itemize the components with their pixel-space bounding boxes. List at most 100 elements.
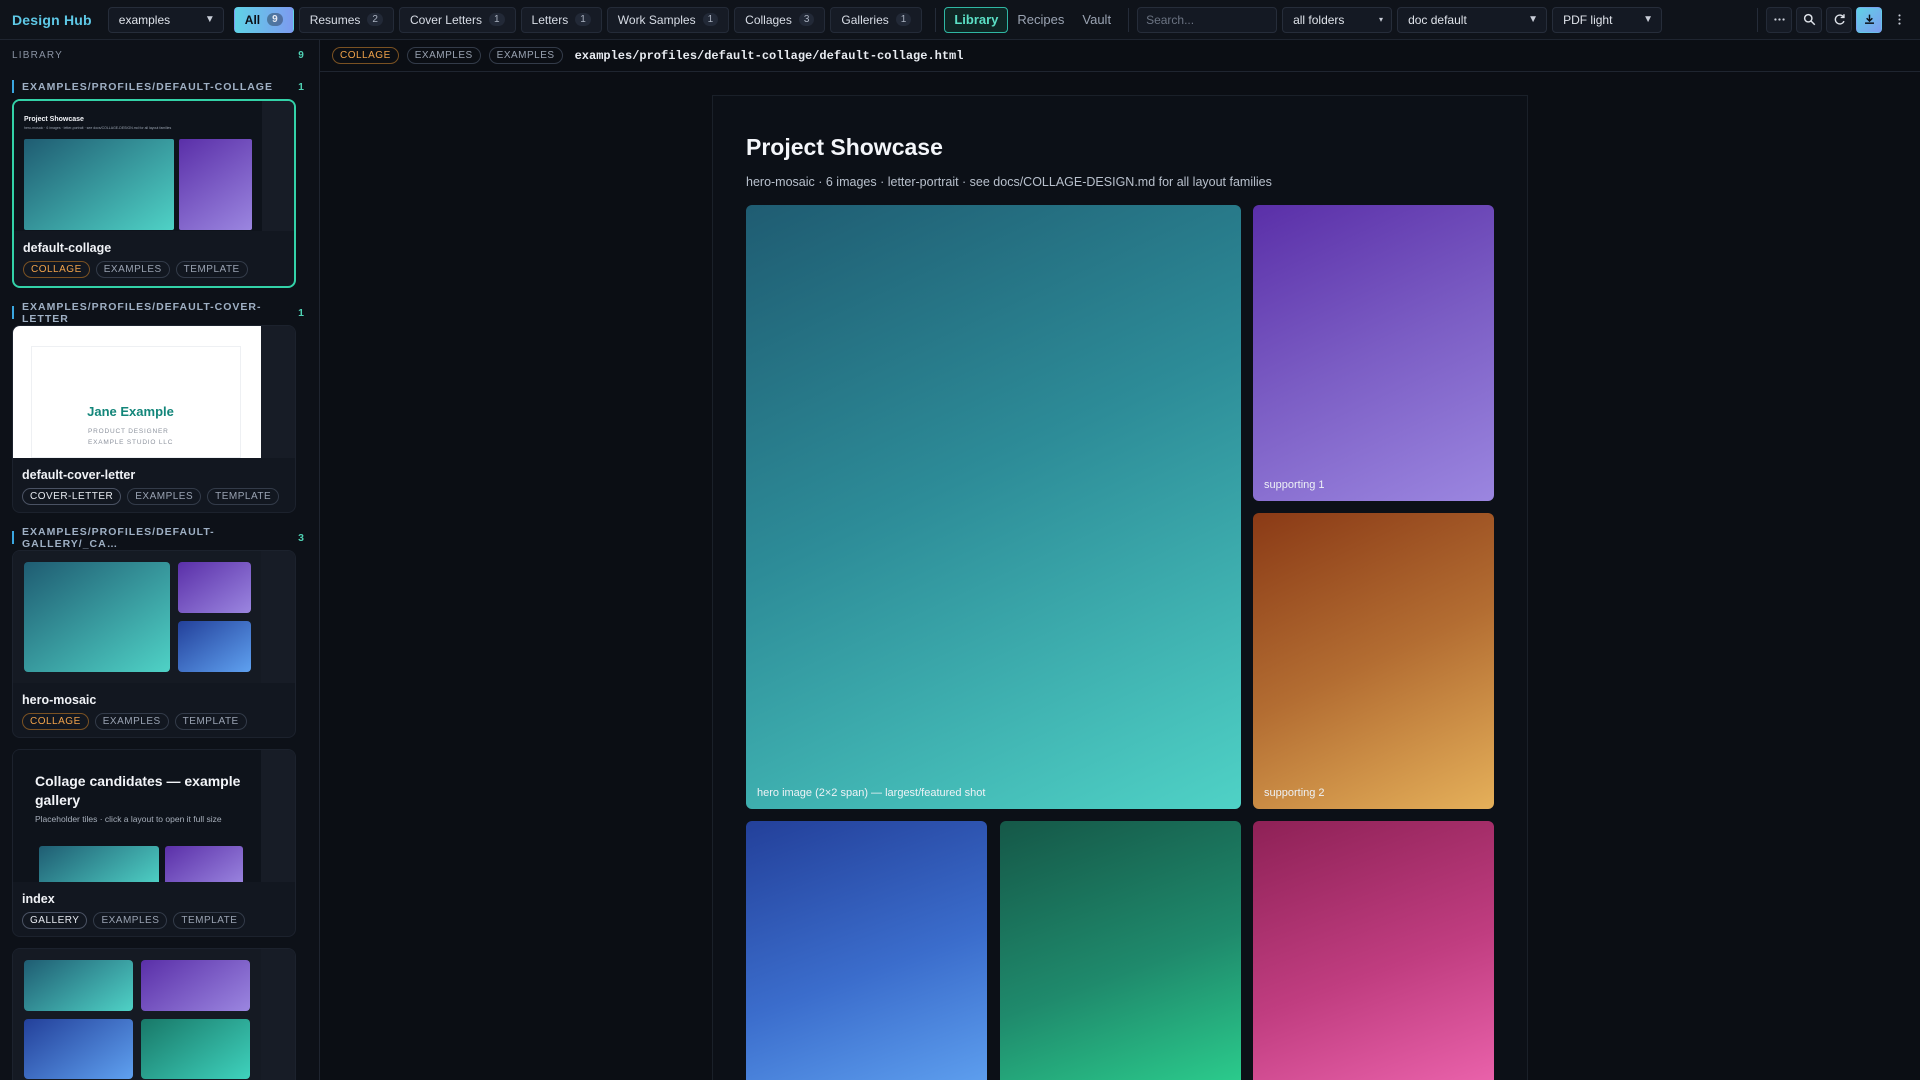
nav-library[interactable]: Library: [944, 6, 1009, 33]
group-path: EXAMPLES/PROFILES/DEFAULT-COLLAGE: [22, 80, 273, 93]
group-header-default-collage[interactable]: EXAMPLES/PROFILES/DEFAULT-COLLAGE 1: [12, 80, 305, 93]
library-title: LIBRARY: [12, 49, 64, 61]
library-sidebar: LIBRARY 9 EXAMPLES/PROFILES/DEFAULT-COLL…: [0, 40, 320, 1080]
supporting-image-tile-2[interactable]: supporting 2: [1253, 513, 1494, 809]
tile-caption: supporting 1: [1264, 479, 1325, 491]
tab-cover-letters[interactable]: Cover Letters 1: [398, 6, 516, 33]
chevron-down-icon: ▼: [1528, 14, 1539, 25]
thumbnail-tile: [165, 846, 243, 882]
card-tags: COLLAGE EXAMPLES TEMPLATE: [14, 261, 294, 286]
hero-image-tile[interactable]: hero image (2×2 span) — largest/featured…: [746, 205, 1241, 809]
tag-template: TEMPLATE: [207, 488, 280, 505]
group-count: 3: [298, 531, 305, 544]
profile-select[interactable]: examples ▼: [107, 6, 224, 33]
supporting-image-tile-4[interactable]: [1000, 821, 1241, 1080]
tile-caption: supporting 2: [1264, 787, 1325, 799]
thumbnail-side-tile: [178, 562, 251, 613]
folder-select[interactable]: all folders ▾: [1282, 6, 1393, 33]
tab-collages[interactable]: Collages 3: [734, 6, 826, 33]
tab-count: 1: [895, 13, 912, 26]
tag-collage: COLLAGE: [23, 261, 90, 278]
group-count: 1: [298, 306, 305, 319]
category-tabs: All 9 Resumes 2 Cover Letters 1 Letters …: [233, 6, 928, 33]
thumbnail-page: Project Showcase hero-mosaic · 6 images …: [14, 101, 262, 231]
group-header-default-gallery[interactable]: EXAMPLES/PROFILES/DEFAULT-GALLERY/_CA… 3: [12, 526, 305, 550]
more-icon[interactable]: [1766, 6, 1792, 33]
tab-resumes[interactable]: Resumes 2: [298, 6, 394, 33]
top-bar: Design Hub examples ▼ All 9 Resumes 2 Co…: [0, 0, 1920, 40]
thumbnail-tile: [39, 846, 159, 882]
group-count: 1: [298, 80, 305, 93]
tab-count: 3: [798, 13, 815, 26]
tag-collage: COLLAGE: [332, 47, 399, 64]
card-thumbnail: Collage candidates — example gallery Pla…: [13, 750, 295, 882]
tab-count: 1: [702, 13, 719, 26]
card-default-cover-letter[interactable]: Jane Example PRODUCT DESIGNER EXAMPLE ST…: [12, 325, 296, 513]
tab-label: Galleries: [841, 12, 889, 27]
card-index[interactable]: Collage candidates — example gallery Pla…: [12, 749, 296, 937]
tab-label: Work Samples: [617, 12, 696, 27]
profile-select-value: examples: [118, 12, 171, 27]
thumbnail-page: [13, 551, 261, 683]
search-icon[interactable]: [1796, 6, 1822, 33]
refresh-icon[interactable]: [1826, 6, 1852, 33]
page-subtitle: hero-mosaic · 6 images · letter-portrait…: [746, 175, 1272, 189]
tab-work-samples[interactable]: Work Samples 1: [606, 6, 730, 33]
tab-galleries[interactable]: Galleries 1: [830, 6, 923, 33]
nav-recipes[interactable]: Recipes: [1008, 7, 1073, 33]
tab-label: Collages: [745, 12, 792, 27]
thumbnail-page: Jane Example PRODUCT DESIGNER EXAMPLE ST…: [13, 326, 261, 458]
supporting-image-tile-1[interactable]: supporting 1: [1253, 205, 1494, 501]
doc-style-select-value: doc default: [1408, 12, 1467, 27]
file-path[interactable]: examples/profiles/default-collage/defaul…: [575, 49, 964, 63]
group-path: EXAMPLES/PROFILES/DEFAULT-COVER-LETTER: [22, 300, 262, 325]
card-title: default-cover-letter: [22, 468, 136, 482]
tag-examples: EXAMPLES: [93, 912, 168, 929]
chevron-down-icon: ▾: [1379, 15, 1384, 24]
card-thumbnail: [13, 949, 295, 1080]
tag-gallery: GALLERY: [22, 912, 88, 929]
download-icon[interactable]: [1856, 6, 1882, 33]
thumbnail-tile: [141, 960, 250, 1011]
card-tags: GALLERY EXAMPLES TEMPLATE: [13, 912, 295, 936]
supporting-image-tile-3[interactable]: [746, 821, 987, 1080]
tab-label: Letters: [531, 12, 569, 27]
search-input[interactable]: [1137, 6, 1278, 33]
card-grid-layout[interactable]: [12, 948, 296, 1080]
thumbnail-page: Collage candidates — example gallery Pla…: [13, 750, 261, 882]
tab-label: Resumes: [309, 12, 361, 27]
thumbnail-tile: [141, 1019, 250, 1079]
card-title: index: [22, 892, 55, 906]
nav-vault[interactable]: Vault: [1073, 7, 1120, 33]
letter-company: EXAMPLE STUDIO LLC: [88, 439, 174, 446]
tab-all[interactable]: All 9: [233, 6, 294, 33]
folder-select-value: all folders: [1293, 12, 1345, 27]
card-hero-mosaic[interactable]: hero-mosaic COLLAGE EXAMPLES TEMPLATE: [12, 550, 296, 738]
path-bar: COLLAGE EXAMPLES EXAMPLES examples/profi…: [320, 40, 1920, 72]
doc-style-select[interactable]: doc default ▼: [1397, 6, 1548, 33]
thumbnail-title: Collage candidates — example gallery: [35, 773, 241, 808]
tab-label: Cover Letters: [409, 12, 482, 27]
divider: [1128, 7, 1130, 32]
tag-examples: EXAMPLES: [127, 488, 202, 505]
card-title: hero-mosaic: [22, 693, 97, 707]
group-header-default-cover-letter[interactable]: EXAMPLES/PROFILES/DEFAULT-COVER-LETTER 1: [12, 301, 305, 325]
card-thumbnail: Project Showcase hero-mosaic · 6 images …: [14, 101, 294, 231]
document-preview: Project Showcase hero-mosaic · 6 images …: [712, 95, 1528, 1080]
thumbnail-subtitle: Placeholder tiles · click a layout to op…: [35, 814, 222, 824]
tab-label: All: [244, 12, 261, 27]
thumbnail-title: Project Showcase: [24, 116, 84, 123]
tag-template: TEMPLATE: [173, 912, 246, 929]
card-default-collage[interactable]: Project Showcase hero-mosaic · 6 images …: [12, 99, 296, 288]
supporting-image-tile-5[interactable]: [1253, 821, 1494, 1080]
tag-examples: EXAMPLES: [488, 47, 563, 64]
app-brand[interactable]: Design Hub: [12, 12, 92, 28]
card-title: default-collage: [23, 241, 112, 255]
kebab-icon[interactable]: [1886, 7, 1912, 33]
card-tags: COLLAGE EXAMPLES TEMPLATE: [13, 713, 295, 737]
card-tags: COVER-LETTER EXAMPLES TEMPLATE: [13, 488, 295, 512]
pdf-theme-select[interactable]: PDF light ▼: [1552, 6, 1663, 33]
tag-template: TEMPLATE: [175, 261, 248, 278]
library-header: LIBRARY 9: [0, 40, 319, 70]
tab-letters[interactable]: Letters 1: [520, 6, 602, 33]
